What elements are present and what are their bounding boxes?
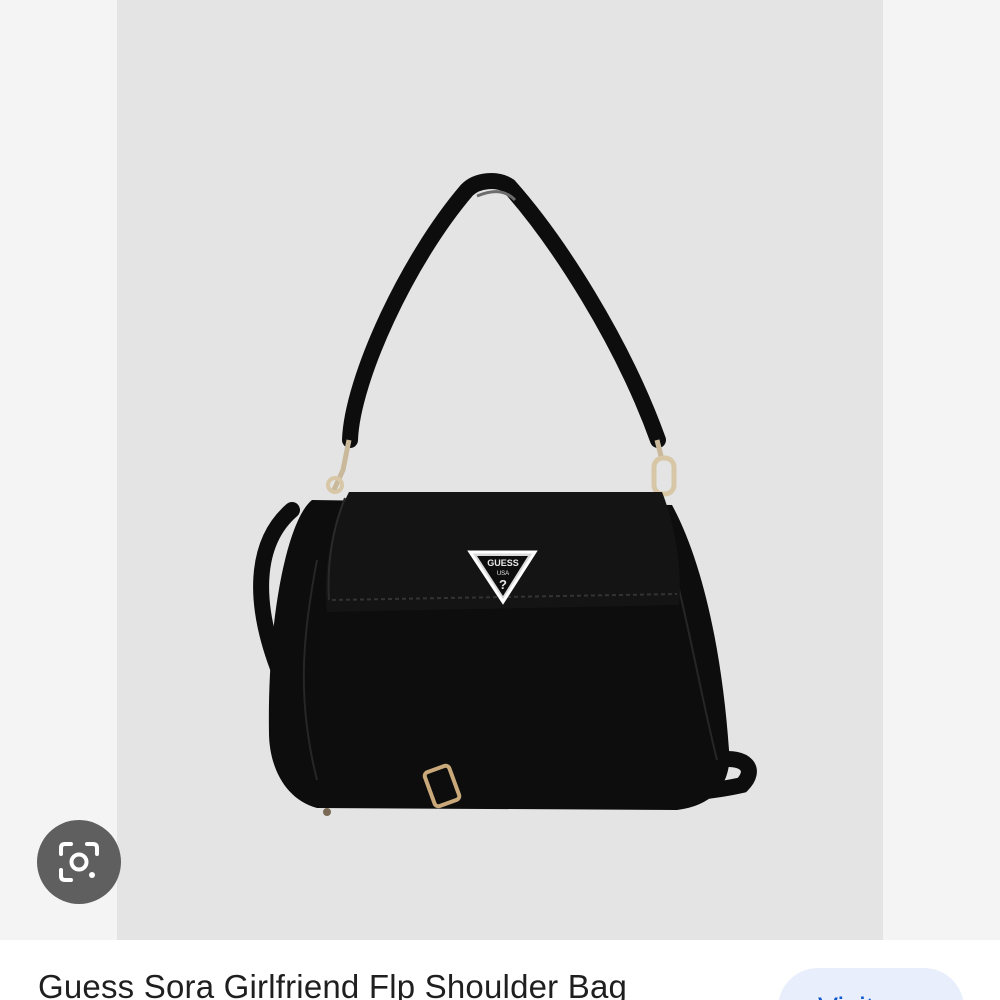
shoulder-strap <box>342 173 666 448</box>
screen: GUESS USA ? Guess Sora Girlfriend Flp Sh… <box>0 0 1000 1000</box>
right-margin <box>883 0 1000 940</box>
logo-mark: ? <box>499 577 507 592</box>
right-strap-clasp <box>651 439 677 497</box>
logo-text: GUESS <box>487 558 519 568</box>
lens-search-button[interactable] <box>37 820 121 904</box>
visit-button[interactable]: Visit <box>778 968 964 1000</box>
google-lens-icon <box>59 842 99 882</box>
handbag-illustration: GUESS USA ? <box>253 173 757 816</box>
left-strap-clasp <box>326 439 352 494</box>
product-title[interactable]: Guess Sora Girlfriend Flp Shoulder Bag <box>38 968 627 1000</box>
product-image[interactable]: GUESS USA ? <box>117 0 883 940</box>
left-margin <box>0 0 117 940</box>
visit-button-label: Visit <box>818 992 874 1000</box>
